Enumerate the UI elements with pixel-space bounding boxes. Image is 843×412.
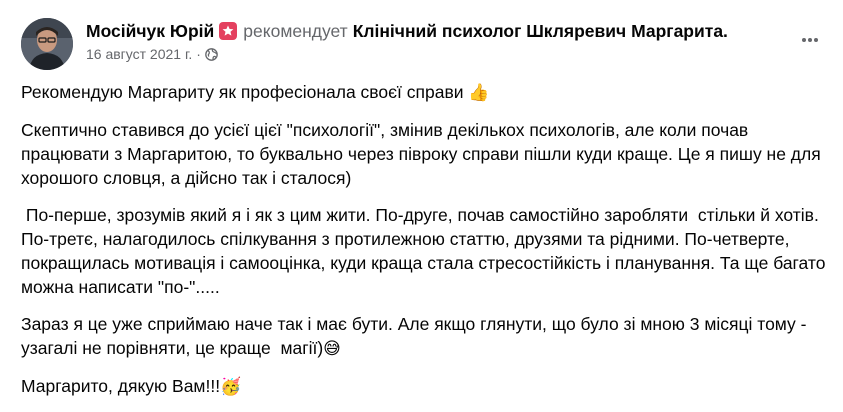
post-paragraph-3: По-перше, зрозумів який я і як з цим жит…	[21, 205, 831, 297]
post-paragraph-5: Маргарито, дякую Вам!!!🥳	[21, 376, 242, 397]
author-name[interactable]: Мосійчук Юрій	[86, 21, 214, 41]
post-paragraph-2: Скептично ставився до усієї цієї "психол…	[21, 120, 826, 188]
post-meta: 16 август 2021 г. ·	[86, 44, 218, 64]
grin-sweat-icon: 😅	[323, 339, 341, 359]
recommendation-post: Мосійчук Юрій рекомендует Клінічний психол…	[0, 0, 843, 408]
globe-icon[interactable]	[205, 46, 218, 66]
party-face-icon: 🥳	[220, 377, 242, 397]
post-body: Рекомендую Маргариту як професіонала сво…	[21, 80, 831, 412]
meta-separator: ·	[196, 46, 201, 62]
recommends-verb: рекомендует	[243, 21, 348, 41]
star-badge-icon	[219, 22, 238, 40]
more-options-icon	[802, 38, 818, 42]
thumbs-up-icon: 👍	[468, 83, 490, 103]
post-paragraph-1: Рекомендую Маргариту як професіонала сво…	[21, 82, 490, 103]
post-header: Мосійчук Юрій рекомендует Клінічний психол…	[86, 20, 728, 42]
author-avatar[interactable]	[21, 18, 73, 70]
post-date[interactable]: 16 август 2021 г.	[86, 46, 192, 62]
more-options-button[interactable]	[792, 22, 828, 58]
post-paragraph-4: Зараз я це уже сприймаю наче так і має б…	[21, 314, 812, 359]
recommended-page-name[interactable]: Клінічний психолог Шкляревич Маргарита.	[353, 21, 728, 41]
